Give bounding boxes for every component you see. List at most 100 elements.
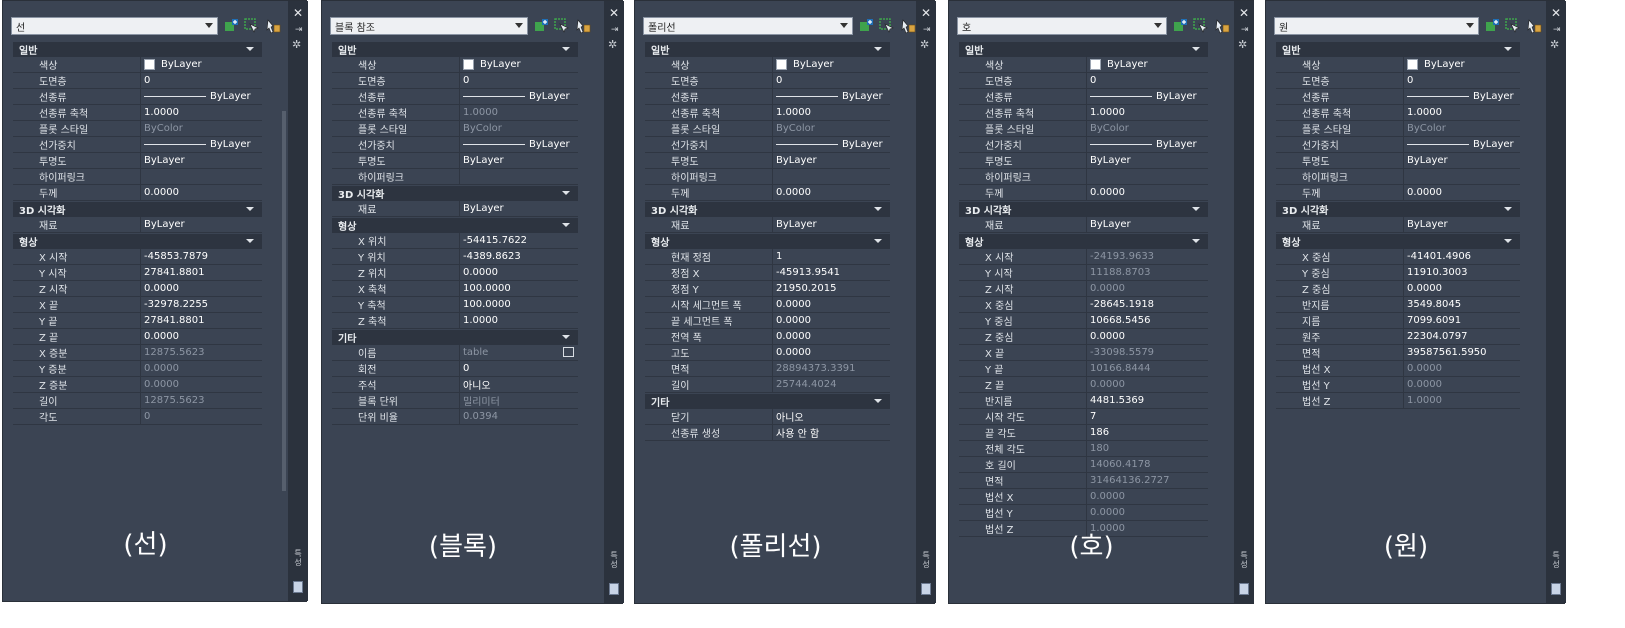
property-row[interactable]: 선종류 ByLayer — [959, 89, 1208, 105]
property-value[interactable]: 4481.5369 — [1087, 393, 1208, 408]
property-value[interactable]: 10668.5456 — [1087, 313, 1208, 328]
section-header[interactable]: 일반 — [959, 42, 1208, 57]
property-value[interactable]: ByLayer — [460, 137, 578, 152]
collapse-chevron-icon[interactable] — [246, 207, 254, 211]
property-value[interactable]: 22304.0797 — [1404, 329, 1520, 344]
quick-select-icon[interactable] — [1526, 18, 1542, 34]
property-row[interactable]: 각도 0 — [13, 409, 262, 425]
section-header[interactable]: 기타 — [332, 330, 578, 345]
property-value[interactable]: 0.0000 — [1404, 185, 1520, 200]
property-row[interactable]: X 위치 -54415.7622 — [332, 233, 578, 249]
property-value[interactable]: 7099.6091 — [1404, 313, 1520, 328]
quick-select-icon[interactable] — [900, 18, 916, 34]
property-row[interactable]: 하이퍼링크 — [959, 169, 1208, 185]
property-value[interactable] — [773, 169, 890, 184]
property-row[interactable]: 재료 ByLayer — [959, 217, 1208, 233]
property-value[interactable]: -41401.4906 — [1404, 249, 1520, 264]
property-row[interactable]: 시작 세그먼트 폭 0.0000 — [645, 297, 890, 313]
object-type-combo[interactable]: 블록 참조 — [330, 17, 528, 35]
property-value[interactable]: 27841.8801 — [141, 313, 262, 328]
property-row[interactable]: 길이 25744.4024 — [645, 377, 890, 393]
property-row[interactable]: Y 증분 0.0000 — [13, 361, 262, 377]
property-value[interactable] — [141, 169, 262, 184]
property-value[interactable]: 27841.8801 — [141, 265, 262, 280]
property-value[interactable]: ByLayer — [773, 57, 890, 72]
property-row[interactable]: 플롯 스타일 ByColor — [332, 121, 578, 137]
save-icon[interactable] — [1239, 583, 1249, 595]
property-row[interactable]: 단위 비율 0.0394 — [332, 409, 578, 425]
property-row[interactable]: 도면층 0 — [332, 73, 578, 89]
section-header[interactable]: 3D 시각화 — [645, 202, 890, 217]
property-row[interactable]: 두께 0.0000 — [959, 185, 1208, 201]
property-value[interactable]: 0.0000 — [1404, 281, 1520, 296]
properties-menu-icon[interactable]: ✲ — [1550, 38, 1559, 51]
property-value[interactable]: 0 — [141, 73, 262, 88]
properties-menu-icon[interactable]: ✲ — [920, 38, 929, 51]
property-value[interactable]: 0.0000 — [1087, 329, 1208, 344]
properties-menu-icon[interactable]: ✲ — [292, 38, 301, 51]
property-row[interactable]: 선종류 ByLayer — [645, 89, 890, 105]
object-type-combo[interactable]: 원 — [1274, 17, 1479, 35]
property-value[interactable]: 11910.3003 — [1404, 265, 1520, 280]
property-row[interactable]: 투명도 ByLayer — [959, 153, 1208, 169]
property-row[interactable]: 시작 각도 7 — [959, 409, 1208, 425]
auto-hide-icon[interactable]: ⇥ — [1241, 25, 1249, 35]
property-value[interactable]: ByLayer — [460, 57, 578, 72]
collapse-chevron-icon[interactable] — [246, 47, 254, 51]
property-row[interactable]: 고도 0.0000 — [645, 345, 890, 361]
property-value[interactable]: ByLayer — [141, 153, 262, 168]
save-icon[interactable] — [609, 583, 619, 595]
collapse-chevron-icon[interactable] — [874, 47, 882, 51]
property-value[interactable]: 1 — [773, 249, 890, 264]
property-value[interactable]: ByLayer — [773, 137, 890, 152]
property-value[interactable]: ByLayer — [1087, 57, 1208, 72]
property-value[interactable]: -4389.8623 — [460, 249, 578, 264]
property-value[interactable]: 1.0000 — [773, 105, 890, 120]
object-type-combo[interactable]: 호 — [957, 17, 1167, 35]
property-value[interactable]: 0 — [460, 361, 578, 376]
object-type-combo[interactable]: 선 — [11, 17, 218, 35]
quick-select-icon[interactable] — [575, 18, 591, 34]
property-row[interactable]: 색상 ByLayer — [959, 57, 1208, 73]
property-row[interactable]: Y 위치 -4389.8623 — [332, 249, 578, 265]
property-row[interactable]: 길이 12875.5623 — [13, 393, 262, 409]
property-row[interactable]: X 증분 12875.5623 — [13, 345, 262, 361]
property-value[interactable]: -32978.2255 — [141, 297, 262, 312]
property-value[interactable]: 1.0000 — [1404, 105, 1520, 120]
toggle-pickadd-icon[interactable] — [858, 18, 874, 34]
collapse-chevron-icon[interactable] — [874, 207, 882, 211]
property-row[interactable]: 도면층 0 — [959, 73, 1208, 89]
property-value[interactable]: 3549.8045 — [1404, 297, 1520, 312]
property-row[interactable]: 선종류 축척 1.0000 — [13, 105, 262, 121]
property-row[interactable]: 회전 0 — [332, 361, 578, 377]
property-row[interactable]: X 끝 -32978.2255 — [13, 297, 262, 313]
property-row[interactable]: 하이퍼링크 — [1276, 169, 1520, 185]
property-row[interactable]: X 끝 -33098.5579 — [959, 345, 1208, 361]
property-row[interactable]: 두께 0.0000 — [13, 185, 262, 201]
property-row[interactable]: 현재 정점 1 — [645, 249, 890, 265]
property-row[interactable]: 법선 Y 0.0000 — [959, 505, 1208, 521]
toggle-pickadd-icon[interactable] — [533, 18, 549, 34]
property-value[interactable]: ByLayer — [1087, 153, 1208, 168]
auto-hide-icon[interactable]: ⇥ — [923, 25, 931, 35]
property-row[interactable]: 선가중치 ByLayer — [332, 137, 578, 153]
close-icon[interactable]: ✕ — [1551, 6, 1561, 20]
property-row[interactable]: 지름 7099.6091 — [1276, 313, 1520, 329]
property-row[interactable]: 면적 28894373.3391 — [645, 361, 890, 377]
toggle-pickadd-icon[interactable] — [1172, 18, 1188, 34]
section-header[interactable]: 3D 시각화 — [959, 202, 1208, 217]
property-value[interactable]: 0.0000 — [1087, 185, 1208, 200]
property-value[interactable]: 사용 안 함 — [773, 425, 890, 440]
property-row[interactable]: 끝 세그먼트 폭 0.0000 — [645, 313, 890, 329]
property-value[interactable]: 0.0000 — [141, 281, 262, 296]
property-value[interactable]: -45913.9541 — [773, 265, 890, 280]
collapse-chevron-icon[interactable] — [874, 399, 882, 403]
collapse-chevron-icon[interactable] — [1192, 239, 1200, 243]
property-row[interactable]: 주석 아니오 — [332, 377, 578, 393]
property-value[interactable]: ByLayer — [1404, 153, 1520, 168]
property-value[interactable]: 0.0000 — [773, 313, 890, 328]
select-objects-icon[interactable] — [554, 18, 570, 34]
property-value[interactable]: 0.0000 — [141, 329, 262, 344]
property-row[interactable]: 면적 31464136.2727 — [959, 473, 1208, 489]
close-icon[interactable]: ✕ — [293, 6, 303, 20]
